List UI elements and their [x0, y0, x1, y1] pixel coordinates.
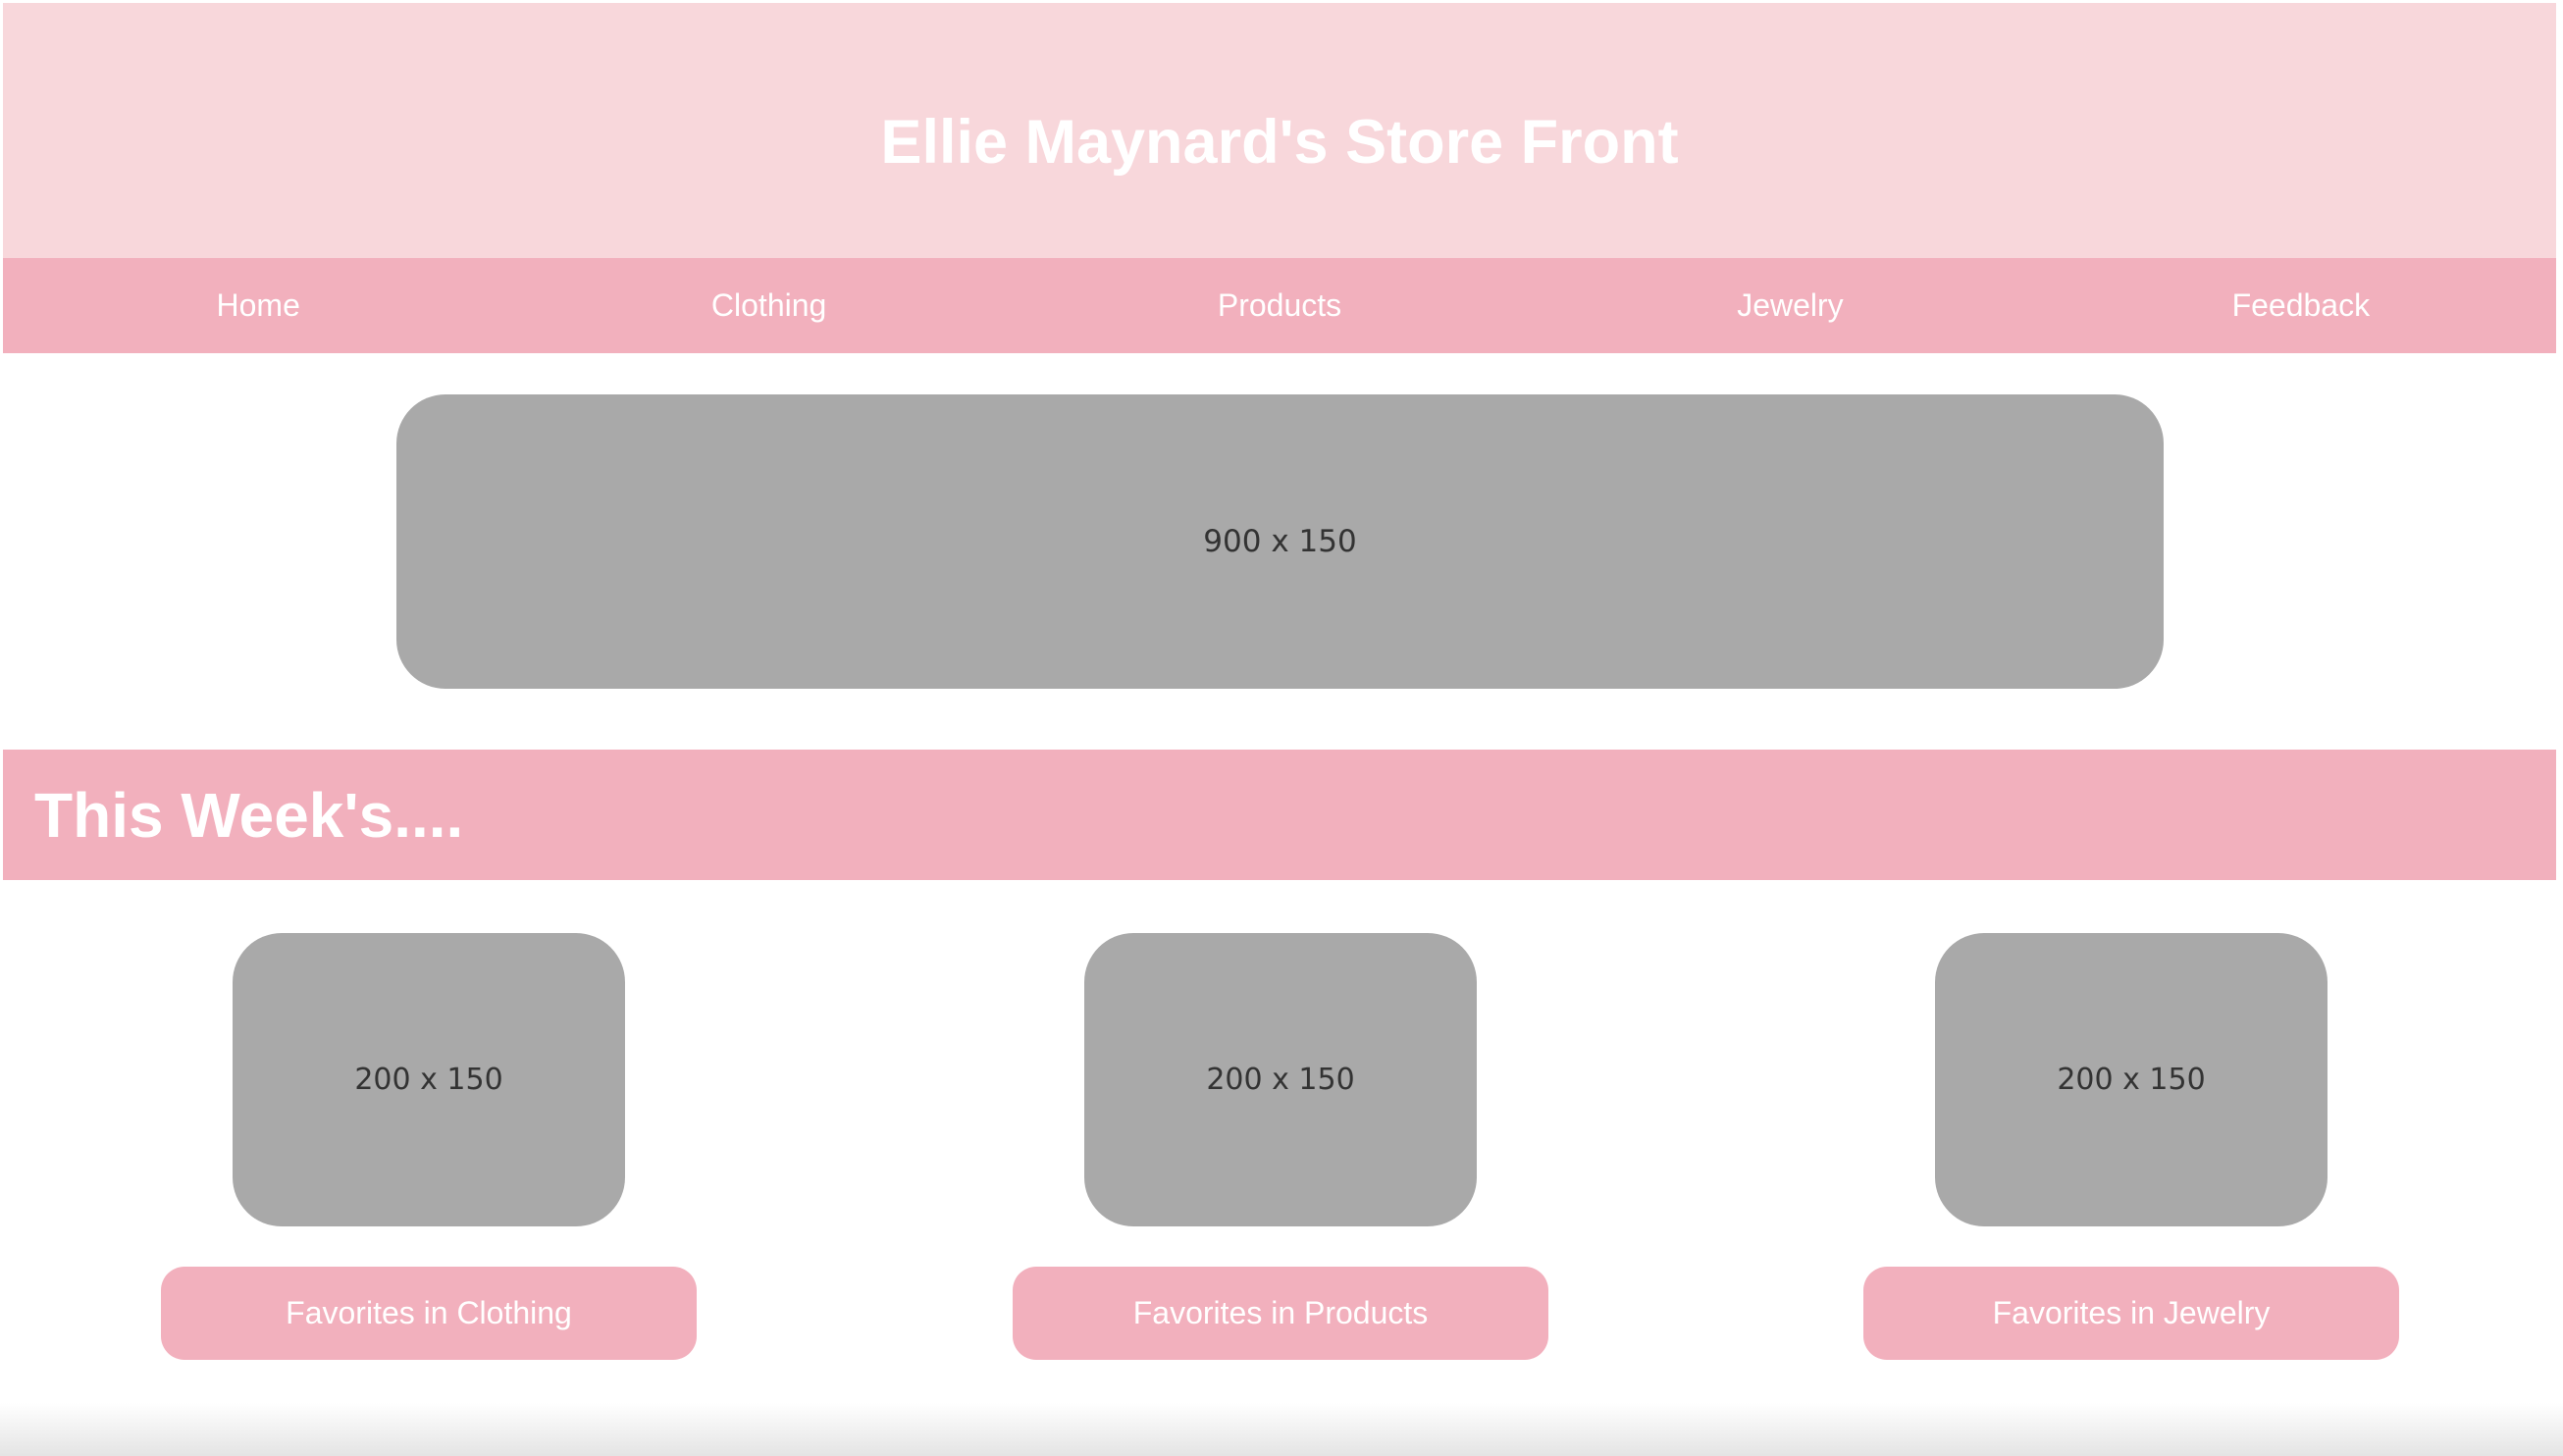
nav-clothing-link[interactable]: Clothing [513, 258, 1023, 353]
products-placeholder-label: 200 x 150 [1206, 1063, 1355, 1097]
products-image-placeholder: 200 x 150 [1084, 933, 1477, 1226]
clothing-placeholder-label: 200 x 150 [354, 1063, 503, 1097]
nav-products-link[interactable]: Products [1024, 258, 1535, 353]
banner-placeholder-label: 900 x 150 [1203, 524, 1357, 559]
store-page: Ellie Maynard's Store Front Home Clothin… [0, 0, 2563, 1456]
bottom-shadow [0, 1403, 2563, 1456]
site-title: Ellie Maynard's Store Front [880, 108, 1679, 177]
jewelry-image-placeholder: 200 x 150 [1935, 933, 2328, 1226]
banner-image-placeholder: 900 x 150 [396, 394, 2164, 689]
site-header: Ellie Maynard's Store Front [3, 3, 2556, 258]
main-nav: Home Clothing Products Jewelry Feedback [3, 258, 2556, 353]
nav-jewelry-link[interactable]: Jewelry [1535, 258, 2045, 353]
favorites-products-button[interactable]: Favorites in Products [1013, 1267, 1548, 1360]
favorites-clothing-button[interactable]: Favorites in Clothing [161, 1267, 697, 1360]
this-week-section: This Week's.... [3, 750, 2556, 880]
favorites-jewelry-button[interactable]: Favorites in Jewelry [1863, 1267, 2399, 1360]
nav-home-link[interactable]: Home [3, 258, 513, 353]
clothing-image-placeholder: 200 x 150 [233, 933, 625, 1226]
jewelry-placeholder-label: 200 x 150 [2057, 1063, 2206, 1097]
this-week-heading: This Week's.... [34, 779, 464, 851]
nav-feedback-link[interactable]: Feedback [2046, 258, 2556, 353]
